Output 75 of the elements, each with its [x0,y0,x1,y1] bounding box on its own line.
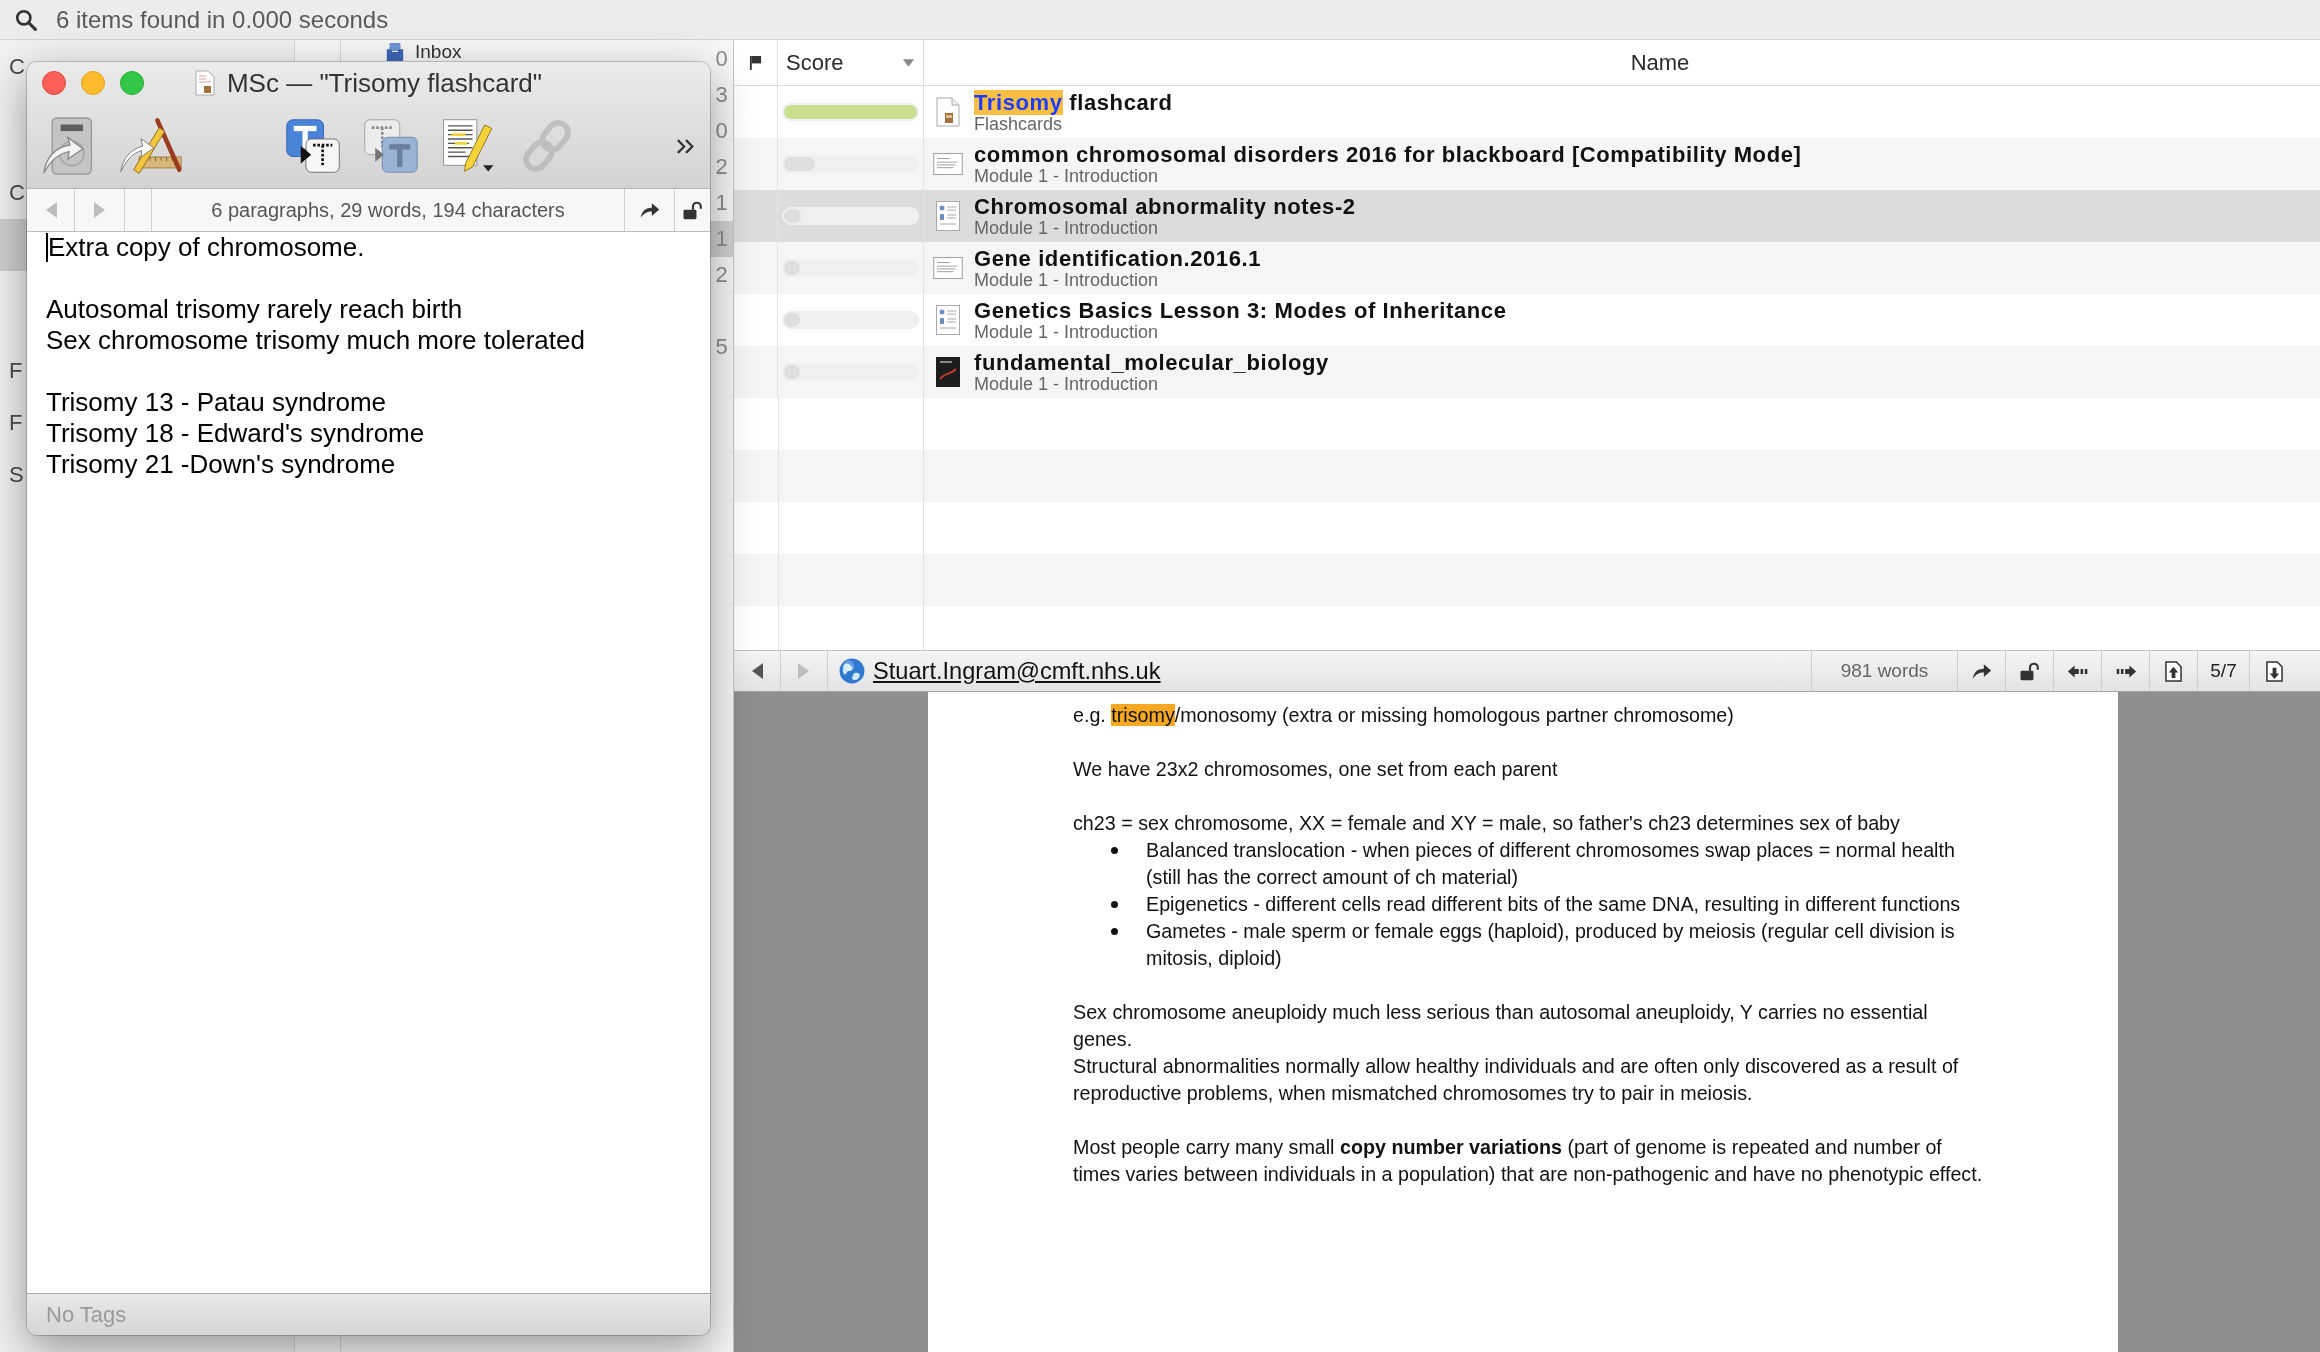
close-button[interactable] [42,71,66,95]
result-title: Chromosomal abnormality notes-2 [974,194,1356,219]
item-count: 2 [714,261,729,289]
document-stats: 6 paragraphs, 29 words, 194 characters [152,189,625,231]
result-location: Module 1 - Introduction [974,270,1160,290]
document-icon [194,70,215,96]
result-row[interactable]: Chromosomal abnormality notes-2 Module 1 - Introduction [734,190,2320,242]
sidebar-item[interactable]: F [0,397,27,449]
globe-icon [839,658,865,684]
item-count: 0 [714,45,729,73]
bullet-icon [1111,847,1118,854]
bullet-icon [1111,928,1118,935]
sidebar-item[interactable]: S [0,449,27,501]
bullet-item: Balanced translocation - when pieces of different chromosomes swap places = normal health (still has the correct amount of ch material) [1146,838,1956,890]
result-location: Module 1 - Introduction [974,374,1159,394]
search-icon [15,8,37,31]
slide-thumbnail-icon [933,257,963,279]
sort-arrow-icon [902,57,915,68]
note-line: Autosomal trisomy rarely reach birth [46,294,463,325]
result-location: Module 1 - Introduction [974,166,1160,186]
item-count: 1 [710,221,733,257]
page-counter: 5/7 [2198,651,2250,691]
bullet-icon [1111,901,1118,908]
result-title: common chromosomal disorders 2016 for blackboard [Compatibility Mode] [974,142,1802,167]
note-line: Sex chromosome trisomy much more tolerated [46,325,585,356]
item-count: 0 [714,117,729,145]
column-header[interactable]: Name [924,40,2320,85]
bullet-item: Epigenetics - different cells read different bits of the same DNA, resulting in different functions [1146,892,1961,917]
slide-thumbnail-icon [933,153,963,175]
result-title: fundamental_molecular_biology [974,350,1329,375]
document-paragraph: Most people carry many small copy number variations (part of genome is repeated and number of times varies between individuals in a population) that are non-pathogenic and have no phenotypic effect. [1073,1135,1984,1187]
inbox-tray-icon [385,42,405,62]
document-down-icon[interactable] [2265,660,2283,682]
text-cursor [46,233,48,262]
note-text-area[interactable]: Extra copy of chromosome. Autosomal trisomy rarely reach birth Sex chromosome trisomy much more tolerated Trisomy 13 - Patau syndrome Trisomy 18 - Edward's syndrome Trisomy 21 -Down's syndrome [27,232,710,1293]
cover-thumbnail-icon [936,357,960,387]
result-location: Module 1 - Introduction [974,322,1160,342]
email-link[interactable]: Stuart.Ingram@cmft.nhs.uk [873,657,1161,685]
document-paragraph: ch23 = sex chromosome, XX = female and XY = male, so father's ch23 determines sex of baby [1073,811,1901,836]
page-thumbnail-icon [936,305,960,335]
lock-icon[interactable] [681,200,704,220]
back-arrow-icon[interactable] [750,662,764,680]
word-count: 981 words [1812,651,1958,691]
pencil-brush-icon[interactable] [119,115,183,177]
item-count: 1 [714,189,729,217]
tags-field[interactable]: No Tags [27,1293,710,1335]
item-count: 5 [714,333,729,361]
result-title: Gene identification.2016.1 [974,246,1262,271]
result-location: Flashcards [974,114,1064,134]
bullet-item: Gametes - male sperm or female eggs (haploid), produced by meiosis (regular cell division is mitosis, diploid) [1146,919,1956,971]
note-line: Trisomy 18 - Edward's syndrome [46,418,425,449]
document-paragraph: Sex chromosome aneuploidy much less serious than autosomal aneuploidy, Y carries no essential genes. [1073,1000,1929,1052]
window-title: MSc — "Trisomy flashcard" [226,67,543,99]
sidebar-item[interactable]: C [0,41,27,93]
result-title: Trisomy flashcard [974,90,1173,115]
document-up-icon[interactable] [2165,660,2182,682]
flag-icon[interactable] [749,55,762,70]
item-count: 2 [714,153,729,181]
document-paragraph: Structural abnormalities normally allow healthy individuals and are often only discovered as a result of reproductive problems, when mismatched chromosomes try to pair in meiosis. [1073,1054,1960,1106]
chevrons-icon[interactable] [676,137,696,155]
result-title: Genetics Basics Lesson 3: Modes of Inheritance [974,298,1507,323]
results-status: 6 items found in 0.000 seconds [56,5,389,34]
result-location: Module 1 - Introduction [974,218,1159,238]
sidebar-item[interactable]: F [0,345,27,397]
column-header[interactable]: Score [778,40,924,85]
item-count: 3 [714,81,729,109]
sidebar-item[interactable]: C [0,167,27,219]
document-paragraph: We have 23x2 chromosomes, one set from each parent [1073,757,1559,782]
note-line: Trisomy 21 -Down's syndrome [46,449,396,480]
group-label[interactable]: Inbox [415,42,462,62]
document-icon [936,97,960,127]
note-line: Trisomy 13 - Patau syndrome [46,387,387,418]
page-thumbnail-icon [936,201,960,231]
lock-icon[interactable] [2018,661,2041,681]
note-line: Extra copy of chromosome. [48,232,365,263]
